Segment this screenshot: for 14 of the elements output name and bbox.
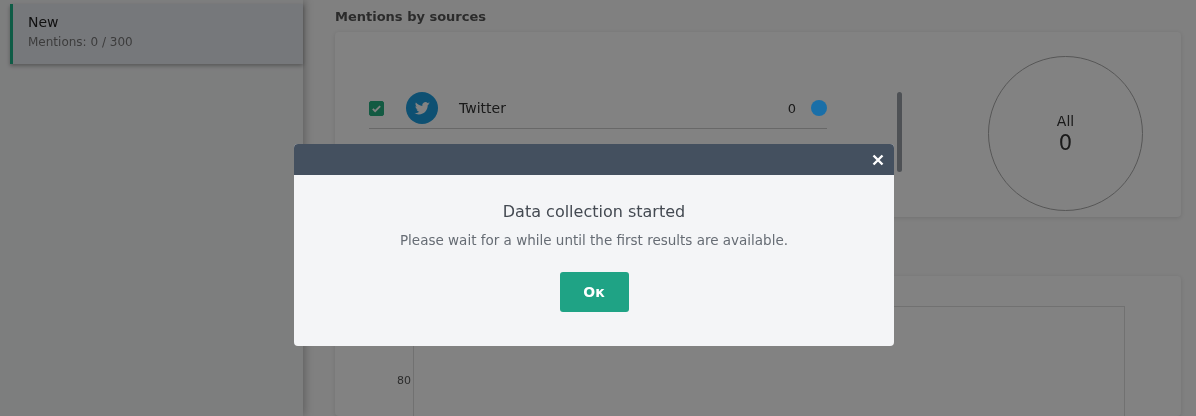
section-title: Mentions by sources [335,8,488,26]
close-icon[interactable] [872,153,884,166]
project-item[interactable]: New Mentions: 0 / 300 [10,4,303,64]
axis-label: 80 [397,374,411,387]
ok-button[interactable]: Oк [559,272,629,312]
dialog-message: Please wait for a while until the first results are available. [399,232,788,248]
checkbox[interactable] [369,100,384,116]
mention-count: 0 [787,100,796,116]
source-name: Twitter [459,100,506,117]
dialog-title: Data collection started [502,202,686,221]
total-value: 0 [1058,130,1073,155]
scrollbar[interactable] [897,92,902,173]
total-label: All [1056,112,1075,129]
bird-icon [406,92,438,125]
